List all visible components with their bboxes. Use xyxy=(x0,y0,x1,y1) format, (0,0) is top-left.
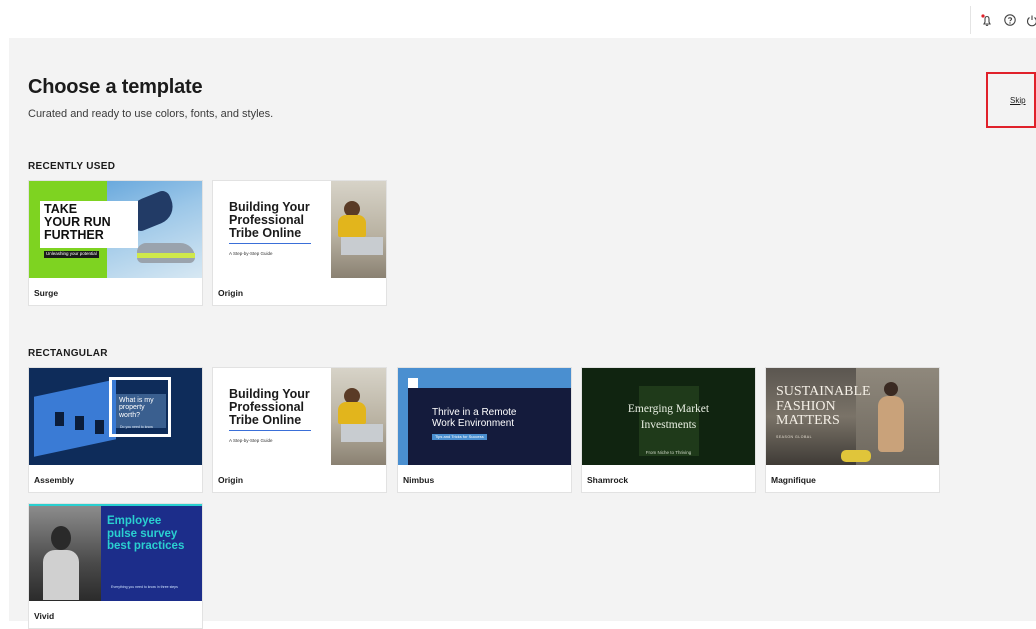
template-card-shamrock[interactable]: Emerging Market Investments From Niche t… xyxy=(581,367,756,493)
template-card-nimbus[interactable]: Thrive in a Remote Work Environment Tips… xyxy=(397,367,572,493)
origin-tagline: A Step-by-Step Guide xyxy=(229,438,273,443)
template-name-surge: Surge xyxy=(34,288,59,298)
nimbus-square xyxy=(408,378,418,388)
sparkle-bell-icon[interactable] xyxy=(980,13,994,27)
template-name-nimbus: Nimbus xyxy=(403,475,435,485)
thumbnail-shamrock: Emerging Market Investments From Niche t… xyxy=(582,368,755,465)
assembly-tagline: Do you need to know xyxy=(120,425,153,429)
taxi-shape xyxy=(841,450,871,462)
vivid-line-2: pulse survey xyxy=(107,527,178,540)
assembly-line-3: worth? xyxy=(119,411,141,419)
thumbnail-origin: Building Your Professional Tribe Online … xyxy=(213,368,386,465)
woman-head xyxy=(884,382,898,396)
template-name-vivid: Vivid xyxy=(34,611,55,621)
vivid-line-3: best practices xyxy=(107,540,185,553)
origin-line-3: Tribe Online xyxy=(229,413,302,428)
thumbnail-nimbus: Thrive in a Remote Work Environment Tips… xyxy=(398,368,571,465)
template-card-surge[interactable]: TAKE YOUR RUN FURTHER Unleashing your po… xyxy=(28,180,203,306)
section-label-recently-used: RECENTLY USED xyxy=(28,161,116,172)
thumbnail-origin-recent: Building Your Professional Tribe Online … xyxy=(213,181,386,278)
page-title: Choose a template xyxy=(28,76,203,98)
template-name-magnifique: Magnifique xyxy=(771,475,816,485)
shamrock-line-1: Emerging Market xyxy=(627,403,710,415)
shamrock-tagline: From Niche to Thriving xyxy=(645,450,692,455)
template-name-shamrock: Shamrock xyxy=(587,475,629,485)
vivid-headline: Employee pulse survey best practices xyxy=(107,515,184,553)
assembly-line-1: What is my xyxy=(119,397,154,404)
template-name-origin: Origin xyxy=(218,475,244,485)
origin-underline xyxy=(229,430,311,431)
vivid-tagline: Everything you need to know in three ste… xyxy=(111,585,178,589)
laptop-shape xyxy=(341,424,383,442)
surge-headline-box: TAKE YOUR RUN FURTHER xyxy=(40,201,138,248)
nimbus-headline: Thrive in a Remote Work Environment xyxy=(432,407,517,429)
origin-recent-headline: Building Your Professional Tribe Online xyxy=(229,200,310,241)
magnifique-tagline: SEASON GLOBAL xyxy=(776,435,813,439)
help-icon[interactable] xyxy=(1003,13,1017,27)
section-label-rectangular: RECTANGULAR xyxy=(28,348,108,359)
template-card-vivid[interactable]: Employee pulse survey best practices Eve… xyxy=(28,503,203,629)
vivid-line-1: Employee xyxy=(107,515,162,527)
magnifique-line-3: MATTERS xyxy=(776,413,840,429)
person-body xyxy=(338,402,366,424)
thumbnail-magnifique: SUSTAINABLE FASHION MATTERS SEASON GLOBA… xyxy=(766,368,939,465)
nimbus-tagline: Tips and Tricks for Success xyxy=(432,434,487,441)
thumbnail-vivid: Employee pulse survey best practices Eve… xyxy=(29,504,202,601)
origin-headline: Building Your Professional Tribe Online xyxy=(229,387,310,428)
woman-coat xyxy=(878,396,904,452)
template-name-assembly: Assembly xyxy=(34,475,75,485)
building-window-3 xyxy=(95,420,104,434)
top-bar xyxy=(0,0,1036,38)
portrait-body xyxy=(43,550,79,600)
top-divider xyxy=(970,6,971,34)
magnifique-line-2: FASHION xyxy=(776,398,836,414)
magnifique-headline: SUSTAINABLE FASHION MATTERS xyxy=(776,384,871,429)
template-card-origin-recent[interactable]: Building Your Professional Tribe Online … xyxy=(212,180,387,306)
thumbnail-surge: TAKE YOUR RUN FURTHER Unleashing your po… xyxy=(29,181,202,278)
nimbus-line-1: Thrive in a Remote xyxy=(432,407,517,418)
power-icon[interactable] xyxy=(1025,13,1036,27)
portrait-head xyxy=(51,526,71,550)
magnifique-line-1: SUSTAINABLE xyxy=(776,384,871,399)
assembly-line-2: property xyxy=(119,404,145,412)
shoe-lace xyxy=(137,253,195,258)
template-card-magnifique[interactable]: SUSTAINABLE FASHION MATTERS SEASON GLOBA… xyxy=(765,367,940,493)
assembly-text-box: What is my property worth? xyxy=(116,394,166,428)
person-body xyxy=(338,215,366,237)
skip-link[interactable]: Skip xyxy=(1010,96,1026,105)
surge-tagline: Unleashing your potential xyxy=(44,251,99,258)
template-name-origin-recent: Origin xyxy=(218,288,244,298)
origin-recent-tagline: A Step-by-Step Guide xyxy=(229,251,273,256)
laptop-shape xyxy=(341,237,383,255)
page-subtitle: Curated and ready to use colors, fonts, … xyxy=(28,108,274,120)
thumbnail-assembly: What is my property worth? Do you need t… xyxy=(29,368,202,465)
building-window-2 xyxy=(75,416,84,430)
template-card-origin[interactable]: Building Your Professional Tribe Online … xyxy=(212,367,387,493)
shamrock-headline: Emerging Market Investments xyxy=(582,402,755,433)
nimbus-line-2: Work Environment xyxy=(432,417,515,429)
surge-line-3: FURTHER xyxy=(44,228,104,243)
template-card-assembly[interactable]: What is my property worth? Do you need t… xyxy=(28,367,203,493)
building-window-1 xyxy=(55,412,64,426)
shamrock-line-2: Investments xyxy=(640,418,697,431)
origin-recent-underline xyxy=(229,243,311,244)
origin-recent-line-3: Tribe Online xyxy=(229,226,302,241)
